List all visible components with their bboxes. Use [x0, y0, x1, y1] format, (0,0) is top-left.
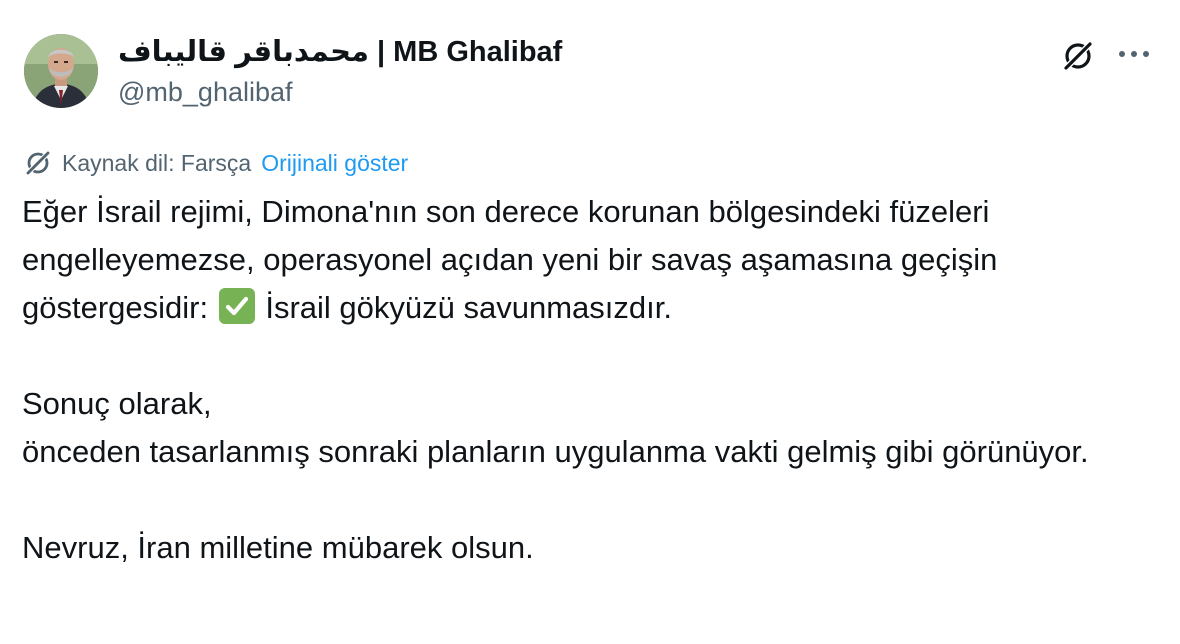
translation-bar: Kaynak dil: Farsça Orijinali göster — [22, 146, 408, 180]
grok-icon — [1062, 40, 1094, 72]
avatar-image — [24, 34, 98, 108]
check-mark-emoji — [218, 288, 255, 324]
author-display-name[interactable]: محمدباقر قالیباف | MB Ghalibaf — [118, 34, 562, 70]
tweet-paragraph-2-line-2: önceden tasarlanmış sonraki planların uy… — [22, 434, 1089, 469]
more-icon — [1119, 51, 1149, 57]
more-options-button[interactable] — [1112, 36, 1156, 72]
grok-translate-icon — [22, 147, 54, 179]
tweet-paragraph-2-line-1: Sonuç olarak, — [22, 386, 212, 421]
author-handle[interactable]: @mb_ghalibaf — [118, 76, 293, 108]
tweet-paragraph-1: Eğer İsrail rejimi, Dimona'nın son derec… — [22, 188, 1142, 332]
source-language-label: Kaynak dil: Farsça — [62, 149, 252, 176]
tweet-paragraph-3: Nevruz, İran milletine mübarek olsun. — [22, 530, 534, 565]
show-original-link[interactable]: Orijinali göster — [261, 150, 408, 177]
tweet-text: Eğer İsrail rejimi, Dimona'nın son derec… — [22, 188, 1142, 572]
tweet-card: محمدباقر قالیباف | MB Ghalibaf @mb_ghali… — [0, 0, 1180, 644]
avatar[interactable] — [24, 34, 98, 108]
tweet-paragraph-1-tail: İsrail gökyüzü savunmasızdır. — [265, 290, 672, 325]
grok-button[interactable] — [1058, 36, 1098, 76]
